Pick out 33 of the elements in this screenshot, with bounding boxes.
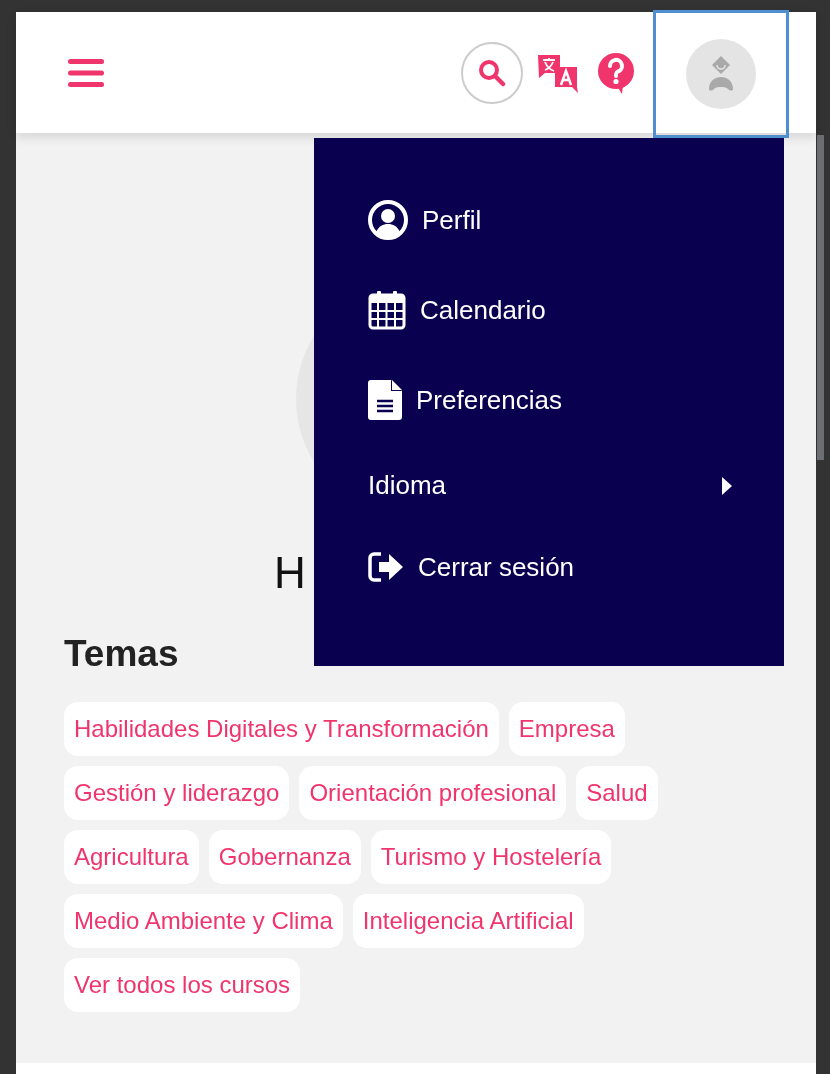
topic-tag[interactable]: Salud — [576, 766, 658, 820]
menu-item[interactable]: Calendario — [368, 290, 546, 330]
menu-item[interactable]: Cerrar sesión — [368, 551, 575, 583]
language-button[interactable] — [537, 52, 579, 93]
menu-item[interactable]: Preferencias — [368, 380, 562, 420]
topic-tag[interactable]: Gestión y liderazgo — [64, 766, 290, 820]
topic-tag[interactable]: Orientación profesional — [299, 766, 567, 820]
topic-tag[interactable]: Empresa — [508, 702, 625, 756]
user-menu-button[interactable] — [653, 10, 789, 138]
search-icon — [478, 58, 506, 87]
translate-icon — [537, 52, 579, 93]
avatar-icon — [686, 39, 756, 109]
topic-tag[interactable]: Inteligencia Artificial — [352, 894, 584, 948]
topic-tag[interactable]: Ver todos los cursos — [64, 958, 301, 1012]
topic-tag[interactable]: Medio Ambiente y Clima — [64, 894, 343, 948]
sign-out-icon — [368, 551, 404, 583]
section-title: Temas — [64, 635, 180, 672]
search-button[interactable] — [461, 41, 523, 104]
greeting-heading: H — [274, 551, 306, 595]
topic-tag[interactable]: Turismo y Hostelería — [370, 830, 612, 884]
topic-tag[interactable]: Gobernanza — [208, 830, 361, 884]
menu-icon — [68, 57, 104, 88]
help-button[interactable] — [597, 51, 635, 94]
caret-right-icon — [722, 476, 732, 495]
topic-tag[interactable]: Habilidades Digitales y Transformación — [64, 702, 499, 756]
document-icon — [368, 380, 402, 420]
submenu-item[interactable]: Idioma — [368, 470, 732, 501]
user-icon — [368, 200, 408, 240]
topic-tag[interactable]: Agricultura — [64, 830, 199, 884]
menu-button[interactable] — [68, 57, 104, 88]
menu-item[interactable]: Perfil — [368, 200, 482, 240]
help-icon — [597, 51, 635, 94]
calendar-icon — [368, 290, 406, 330]
